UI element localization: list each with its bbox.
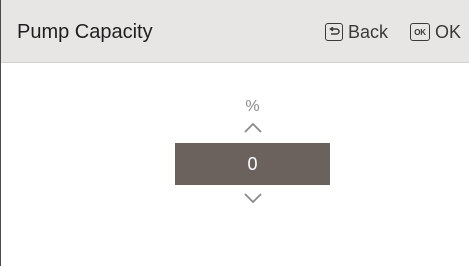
header-bar: Pump Capacity Back OK OK [1,0,469,63]
ok-key-icon: OK [410,23,430,41]
unit-label: % [245,98,260,115]
chevron-down-icon[interactable] [244,192,262,204]
chevron-up-icon[interactable] [244,122,262,134]
page-title: Pump Capacity [17,21,153,43]
back-arrow-icon [325,23,343,41]
capacity-value: 0 [247,153,258,174]
capacity-value-field[interactable]: 0 [175,143,330,185]
pump-capacity-screen: Pump Capacity Back OK OK % 0 [0,0,469,266]
back-label: Back [348,21,389,42]
ok-button[interactable]: OK OK [410,21,461,43]
back-button[interactable]: Back [325,21,388,43]
ok-label: OK [435,21,462,42]
